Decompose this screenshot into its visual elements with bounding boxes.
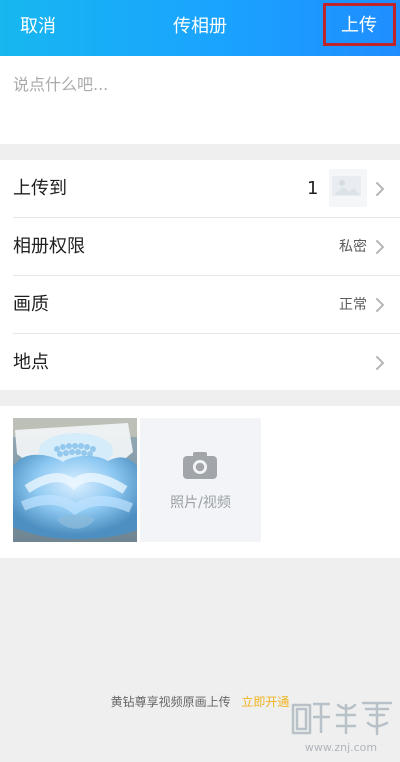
album-count: 1 — [307, 178, 319, 199]
add-photo-video-tile[interactable]: 照片/视频 — [140, 418, 261, 542]
location-label: 地点 — [13, 352, 49, 373]
album-permission-row[interactable]: 相册权限 私密 — [0, 218, 400, 276]
album-permission-label: 相册权限 — [13, 236, 85, 257]
chevron-right-icon — [376, 240, 384, 254]
caption-input-area[interactable]: 说点什么吧... — [0, 56, 400, 144]
quality-label: 画质 — [13, 294, 49, 315]
chevron-right-icon — [376, 356, 384, 370]
upload-to-row[interactable]: 上传到 1 — [0, 160, 400, 218]
add-photo-video-label: 照片/视频 — [170, 495, 231, 511]
upload-album-page: 取消 传相册 上传 说点什么吧... 上传到 1 相册权限 私密 画质 正常 地… — [0, 0, 400, 762]
upload-settings-list: 上传到 1 相册权限 私密 画质 正常 地点 — [0, 160, 400, 390]
vip-upload-promo-text: 黄钻尊享视频原画上传 — [110, 695, 231, 709]
location-row[interactable]: 地点 — [0, 334, 400, 392]
chevron-right-icon — [376, 182, 384, 196]
album-thumbnail — [329, 169, 367, 207]
watermark-logo — [291, 701, 393, 736]
open-vip-link[interactable]: 立即开通 — [241, 695, 289, 709]
chevron-right-icon — [376, 298, 384, 312]
watermark-url: www.znj.com — [304, 741, 378, 754]
selected-photo-thumbnail[interactable] — [13, 418, 137, 542]
camera-icon — [183, 452, 217, 479]
quality-row[interactable]: 画质 正常 — [0, 276, 400, 334]
quality-value: 正常 — [339, 297, 367, 313]
top-bar: 取消 传相册 上传 — [0, 0, 400, 56]
media-grid: 照片/视频 — [0, 406, 400, 558]
upload-button[interactable]: 上传 — [324, 14, 394, 38]
upload-to-label: 上传到 — [13, 178, 67, 199]
caption-placeholder: 说点什么吧... — [13, 75, 109, 94]
album-permission-value: 私密 — [339, 239, 367, 255]
